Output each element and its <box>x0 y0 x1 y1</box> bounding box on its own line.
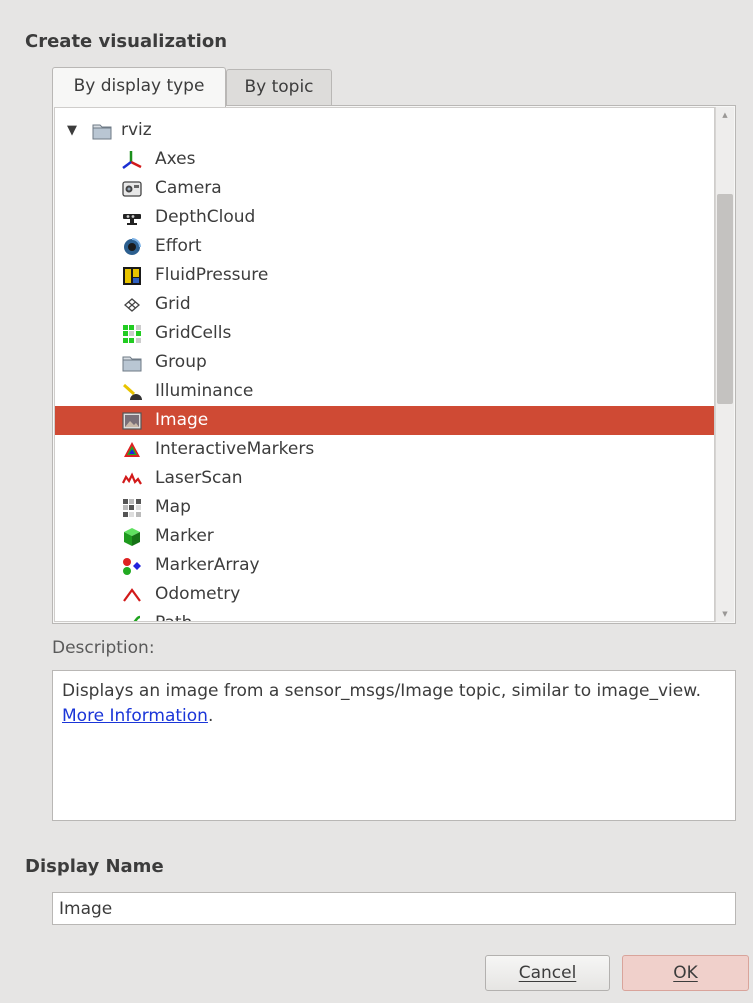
tree-item-marker[interactable]: Marker <box>55 522 714 551</box>
scroll-up-arrow-icon[interactable]: ▲ <box>716 111 734 119</box>
tree-item-label: rviz <box>121 120 152 140</box>
description-label: Description: <box>52 638 155 658</box>
marker-icon <box>122 527 142 547</box>
map-icon <box>122 498 142 518</box>
description-text-end: . <box>207 706 214 726</box>
tree-scrollbar[interactable]: ▲ ▼ <box>715 107 734 622</box>
tree-item-image[interactable]: Image <box>55 406 714 435</box>
cancel-button-label: Cancel <box>518 963 577 983</box>
tree-item-label: GridCells <box>155 323 232 343</box>
tree-item-label: Map <box>155 497 191 517</box>
tree-item-fluidpressure[interactable]: FluidPressure <box>55 261 714 290</box>
tree-item-label: InteractiveMarkers <box>155 439 315 459</box>
marker-array-icon <box>122 556 142 576</box>
display-type-tree[interactable]: ▼ rviz Axes Camera DepthCloud Effort Flu… <box>54 107 715 622</box>
tree-item-label: Axes <box>155 149 196 169</box>
axes-icon <box>122 150 142 170</box>
expand-arrow-icon[interactable]: ▼ <box>67 116 77 145</box>
tree-item-camera[interactable]: Camera <box>55 174 714 203</box>
grid-icon <box>122 295 142 315</box>
tree-item-gridcells[interactable]: GridCells <box>55 319 714 348</box>
effort-icon <box>122 237 142 257</box>
tree-item-grid[interactable]: Grid <box>55 290 714 319</box>
ok-button-label: OK <box>673 963 698 983</box>
tree-item-rviz[interactable]: ▼ rviz <box>55 116 714 145</box>
tree-item-label: Image <box>155 410 209 430</box>
ok-button[interactable]: OK <box>622 955 749 991</box>
camera-icon <box>122 179 142 199</box>
laser-scan-icon <box>122 469 142 489</box>
tree-item-depthcloud[interactable]: DepthCloud <box>55 203 714 232</box>
scroll-down-arrow-icon[interactable]: ▼ <box>716 610 734 618</box>
tab-by-topic[interactable]: By topic <box>226 69 332 105</box>
odometry-icon <box>122 585 142 605</box>
tree-item-label: Odometry <box>155 584 241 604</box>
tree-item-label: MarkerArray <box>155 555 260 575</box>
folder-icon <box>92 121 112 141</box>
scrollbar-thumb[interactable] <box>717 194 733 404</box>
description-box: Displays an image from a sensor_msgs/Ima… <box>52 670 736 821</box>
tree-item-label: Grid <box>155 294 191 314</box>
tree-item-label: Effort <box>155 236 202 256</box>
tree-item-label: Camera <box>155 178 222 198</box>
tree-item-label: FluidPressure <box>155 265 269 285</box>
depth-sensor-icon <box>122 208 142 228</box>
tree-item-illuminance[interactable]: Illuminance <box>55 377 714 406</box>
tree-item-odometry[interactable]: Odometry <box>55 580 714 609</box>
tree-item-group[interactable]: Group <box>55 348 714 377</box>
interactive-markers-icon <box>122 440 142 460</box>
fluid-pressure-icon <box>122 266 142 286</box>
more-information-link[interactable]: More Information <box>62 706 208 726</box>
tree-item-label: Path <box>155 609 192 621</box>
folder-icon <box>122 353 142 373</box>
tree-item-map[interactable]: Map <box>55 493 714 522</box>
tree-item-path[interactable]: Path <box>55 609 714 621</box>
path-icon <box>122 614 142 621</box>
tree-item-label: Illuminance <box>155 381 254 401</box>
tree-item-markerarray[interactable]: MarkerArray <box>55 551 714 580</box>
tree-item-laserscan[interactable]: LaserScan <box>55 464 714 493</box>
tree-item-label: Marker <box>155 526 214 546</box>
tree-item-axes[interactable]: Axes <box>55 145 714 174</box>
cancel-button[interactable]: Cancel <box>485 955 610 991</box>
create-visualization-heading: Create visualization <box>25 31 228 52</box>
display-name-input[interactable] <box>52 892 736 925</box>
tree-item-effort[interactable]: Effort <box>55 232 714 261</box>
image-icon <box>122 411 142 431</box>
tab-by-display-type[interactable]: By display type <box>52 67 226 107</box>
display-name-heading: Display Name <box>25 856 164 877</box>
tree-item-label: DepthCloud <box>155 207 256 227</box>
grid-cells-icon <box>122 324 142 344</box>
illuminance-icon <box>122 382 142 402</box>
tree-item-interactivemarkers[interactable]: InteractiveMarkers <box>55 435 714 464</box>
tree-item-label: LaserScan <box>155 468 243 488</box>
description-text: Displays an image from a sensor_msgs/Ima… <box>62 681 701 701</box>
display-type-panel: ▼ rviz Axes Camera DepthCloud Effort Flu… <box>52 105 736 624</box>
tree-item-label: Group <box>155 352 207 372</box>
